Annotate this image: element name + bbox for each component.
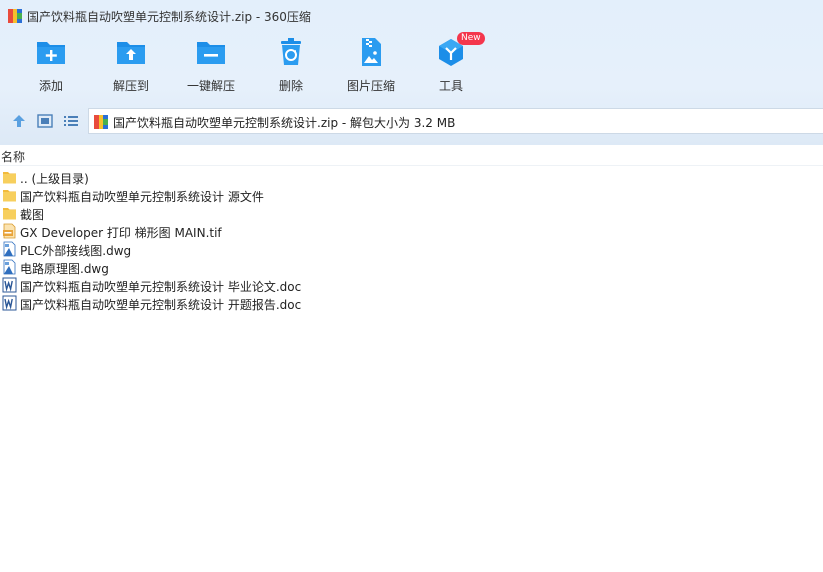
thumbnail-view-icon[interactable] <box>36 112 54 130</box>
file-name: 电路原理图.dwg <box>20 262 109 276</box>
word-doc-icon <box>2 295 17 311</box>
file-name: GX Developer 打印 梯形图 MAIN.tif <box>20 226 222 240</box>
list-view-icon[interactable] <box>62 112 80 130</box>
address-bar[interactable]: 国产饮料瓶自动吹塑单元控制系统设计.zip - 解包大小为 3.2 MB <box>88 108 823 134</box>
file-name: PLC外部接线图.dwg <box>20 244 132 258</box>
file-name: 国产饮料瓶自动吹塑单元控制系统设计 毕业论文.doc <box>20 280 302 294</box>
list-item[interactable]: 国产饮料瓶自动吹塑单元控制系统设计 开题报告.doc <box>0 294 823 312</box>
window-title: 国产饮料瓶自动吹塑单元控制系统设计.zip - 360压缩 <box>27 10 311 24</box>
toolbar: 添加 解压到 一键解压 删除 图片压缩 New 工具 <box>0 32 823 98</box>
list-item[interactable]: 国产饮料瓶自动吹塑单元控制系统设计 源文件 <box>0 186 823 204</box>
tif-image-icon <box>3 223 16 239</box>
list-item[interactable]: .. (上级目录) <box>0 168 823 186</box>
delete-button[interactable]: 删除 <box>251 34 331 98</box>
one-click-extract-button-label: 一键解压 <box>186 79 235 93</box>
column-header-name[interactable]: 名称 <box>0 145 823 166</box>
file-name: .. (上级目录) <box>20 172 89 186</box>
add-button[interactable]: 添加 <box>11 34 91 98</box>
list-item[interactable]: GX Developer 打印 梯形图 MAIN.tif <box>0 222 823 240</box>
address-path-text: 国产饮料瓶自动吹塑单元控制系统设计.zip - 解包大小为 3.2 MB <box>113 116 456 130</box>
image-compress-button[interactable]: 图片压缩 <box>331 34 411 98</box>
folder-icon <box>3 172 16 184</box>
dwg-file-icon <box>3 259 16 275</box>
image-compress-button-label: 图片压缩 <box>346 79 395 93</box>
file-name: 截图 <box>20 208 45 222</box>
one-click-extract-button[interactable]: 一键解压 <box>171 34 251 98</box>
folder-icon <box>3 190 16 202</box>
navigation-bar: 国产饮料瓶自动吹塑单元控制系统设计.zip - 解包大小为 3.2 MB <box>0 106 823 136</box>
list-item[interactable]: 截图 <box>0 204 823 222</box>
file-name: 国产饮料瓶自动吹塑单元控制系统设计 开题报告.doc <box>20 298 302 312</box>
image-compress-icon <box>362 38 381 66</box>
word-doc-icon <box>2 277 17 293</box>
header-area: 国产饮料瓶自动吹塑单元控制系统设计.zip - 360压缩 添加 解压到 一键解… <box>0 0 823 145</box>
tools-button[interactable]: New 工具 <box>411 32 491 98</box>
add-button-label: 添加 <box>38 79 63 93</box>
zip-archive-icon <box>8 9 22 23</box>
extract-to-folder-icon <box>117 42 145 64</box>
list-item[interactable]: 国产饮料瓶自动吹塑单元控制系统设计 毕业论文.doc <box>0 276 823 294</box>
column-header-name-label: 名称 <box>1 150 26 164</box>
extract-to-button-label: 解压到 <box>112 79 149 93</box>
title-bar: 国产饮料瓶自动吹塑单元控制系统设计.zip - 360压缩 <box>0 0 823 32</box>
tools-button-label: 工具 <box>438 79 463 93</box>
add-folder-icon <box>37 42 65 64</box>
list-item[interactable]: 电路原理图.dwg <box>0 258 823 276</box>
new-badge: New <box>457 32 485 45</box>
extract-to-button[interactable]: 解压到 <box>91 34 171 98</box>
zip-archive-icon <box>94 115 108 129</box>
dwg-file-icon <box>3 241 16 257</box>
list-item[interactable]: PLC外部接线图.dwg <box>0 240 823 258</box>
up-arrow-icon[interactable] <box>10 112 28 130</box>
folder-icon <box>3 208 16 220</box>
recycle-bin-icon <box>281 38 301 65</box>
delete-button-label: 删除 <box>278 79 303 93</box>
one-click-extract-icon <box>197 42 225 64</box>
file-name: 国产饮料瓶自动吹塑单元控制系统设计 源文件 <box>20 190 264 204</box>
